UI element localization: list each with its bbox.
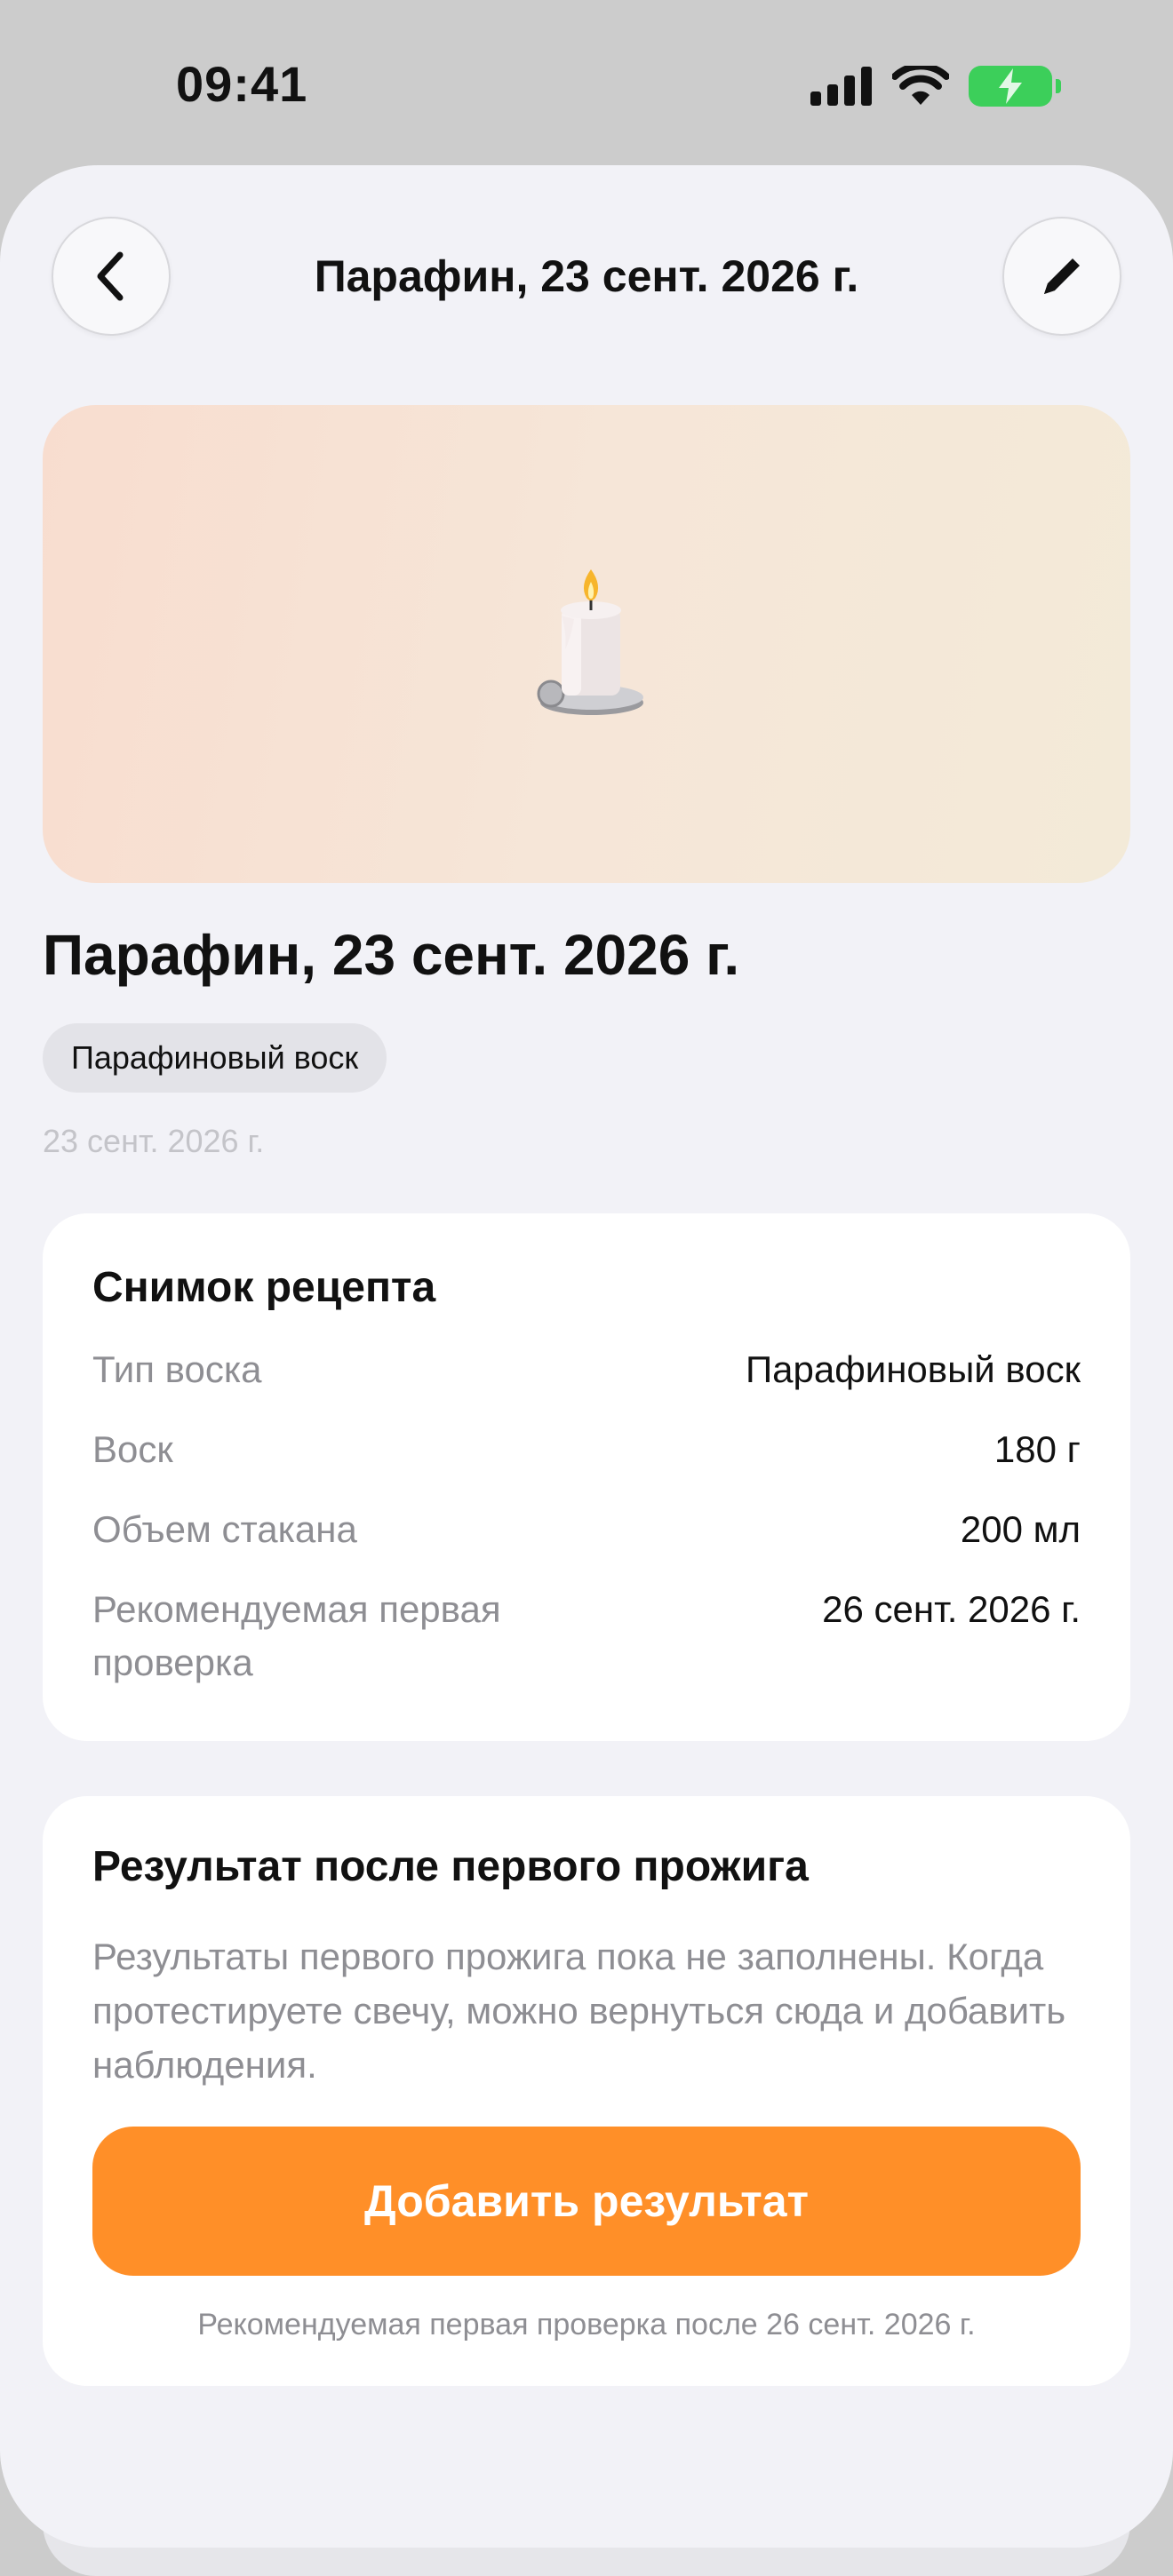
row-label-wax: Воск [92, 1428, 173, 1470]
recipe-snapshot-card: Снимок рецепта Тип воска Парафиновый вос… [43, 1213, 1130, 1741]
wax-type-chip: Парафиновый воск [43, 1023, 387, 1093]
recipe-card-title: Снимок рецепта [92, 1264, 436, 1311]
row-value-glass-volume: 200 мл [960, 1508, 1081, 1550]
status-bar: 09:41 [0, 0, 1173, 160]
row-label-glass-volume: Объем стакана [92, 1508, 357, 1550]
add-result-button[interactable]: Добавить результат [92, 2127, 1081, 2276]
row-value-first-check: 26 сент. 2026 г. [822, 1588, 1081, 1630]
row-label-first-check: Рекомендуемая первая проверка [92, 1588, 501, 1683]
candle-icon [537, 569, 643, 715]
created-date: 23 сент. 2026 г. [43, 1123, 265, 1159]
pencil-icon [1044, 258, 1080, 294]
battery-charging-icon [969, 66, 1061, 107]
first-check-hint: Рекомендуемая первая проверка после 26 с… [197, 2308, 976, 2341]
first-burn-result-card: Результат после первого прожига Результа… [43, 1796, 1130, 2386]
nav-title: Парафин, 23 сент. 2026 г. [314, 251, 859, 301]
status-time: 09:41 [176, 56, 308, 112]
hero-image [43, 405, 1130, 883]
edit-button[interactable] [1002, 217, 1121, 336]
page-title: Парафин, 23 сент. 2026 г. [43, 923, 740, 987]
cellular-signal-icon [810, 67, 872, 106]
row-value-wax-type: Парафиновый воск [745, 1348, 1081, 1390]
navigation-bar: Парафин, 23 сент. 2026 г. [0, 165, 1173, 361]
wifi-icon [892, 66, 949, 105]
result-empty-text: Результаты первого прожига пока не запол… [92, 1936, 1066, 2086]
status-icons [810, 64, 1061, 108]
row-value-wax: 180 г [993, 1428, 1081, 1470]
row-label-wax-type: Тип воска [92, 1348, 262, 1390]
detail-sheet: Парафин, 23 сент. 2026 г. Парафин, 23 се… [0, 165, 1173, 2548]
result-card-title: Результат после первого прожига [92, 1843, 809, 1890]
